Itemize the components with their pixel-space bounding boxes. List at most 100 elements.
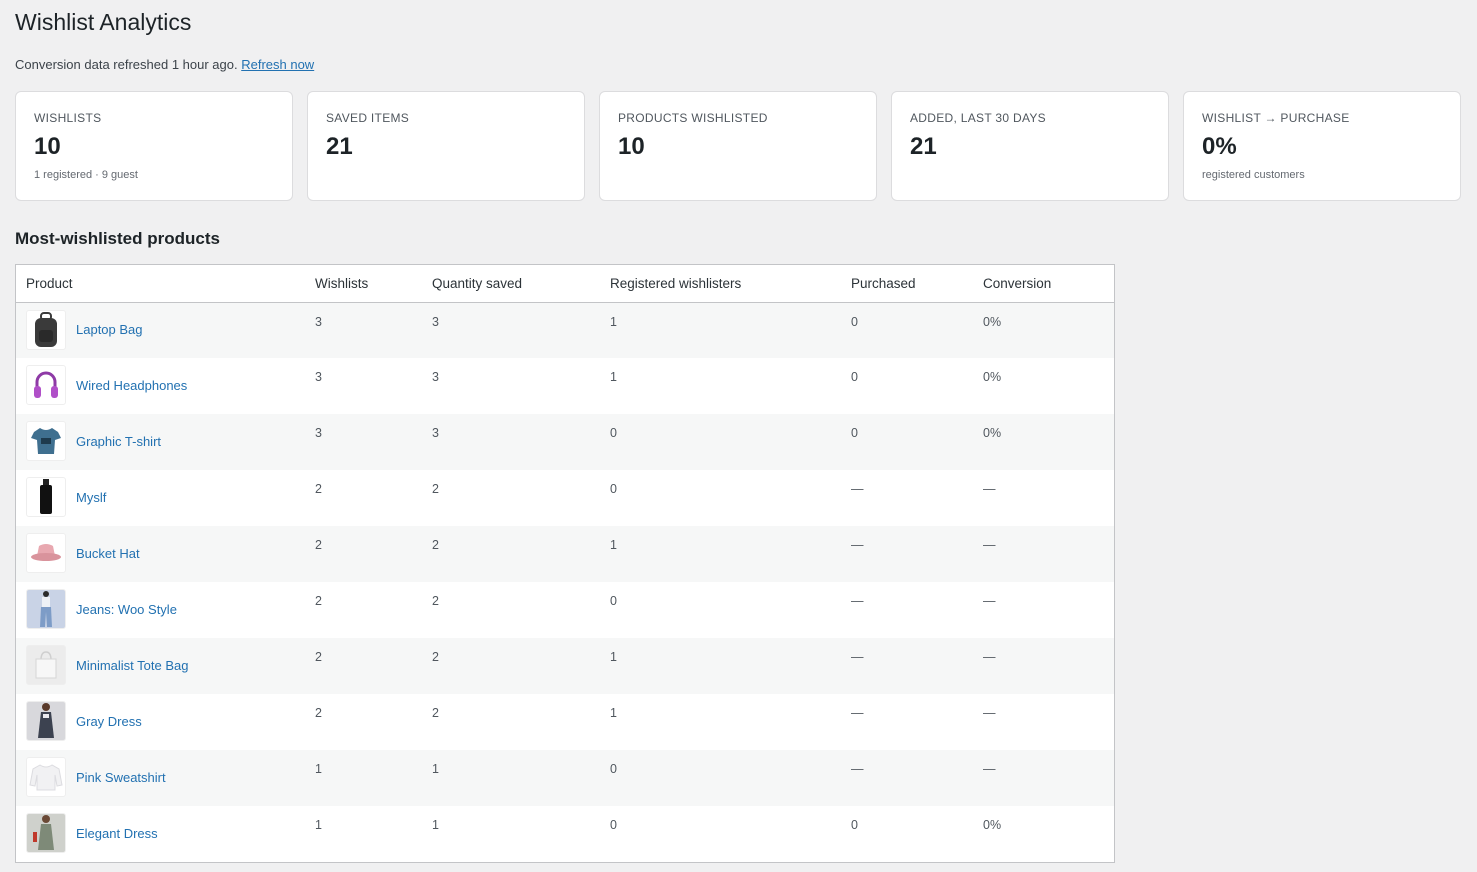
product-link[interactable]: Elegant Dress: [76, 826, 158, 841]
conversion-cell: —: [983, 706, 996, 720]
dress-icon[interactable]: [26, 813, 66, 853]
tshirt-icon[interactable]: [26, 421, 66, 461]
table-row: Laptop Bag 3 3 1 0 0%: [16, 302, 1114, 358]
card-label: Saved items: [326, 111, 410, 125]
product-link[interactable]: Myslf: [76, 490, 106, 505]
quantity-cell: 2: [432, 650, 439, 664]
product-link[interactable]: Graphic T-shirt: [76, 434, 161, 449]
card-value: 21: [326, 133, 353, 160]
card-subtext: registered customers: [1202, 169, 1305, 181]
quantity-cell: 1: [432, 818, 439, 832]
table-row: Elegant Dress 1 1 0 0 0%: [16, 806, 1114, 862]
conversion-cell: —: [983, 538, 996, 552]
wishlists-cell: 2: [315, 706, 322, 720]
card-products-wishlisted: Products wishlisted 10: [599, 91, 877, 201]
registered-cell: 1: [610, 706, 617, 720]
card-saved-items: Saved items 21: [307, 91, 585, 201]
wishlists-cell: 1: [315, 762, 322, 776]
purchased-cell: 0: [851, 314, 858, 329]
card-value: 21: [910, 133, 937, 160]
wishlists-cell: 1: [315, 818, 322, 832]
jeans-icon[interactable]: [26, 589, 66, 629]
backpack-icon[interactable]: [26, 309, 66, 350]
card-value: 0%: [1202, 133, 1237, 160]
registered-cell: 0: [610, 594, 617, 608]
registered-cell: 1: [610, 650, 617, 664]
quantity-cell: 2: [432, 538, 439, 552]
column-header-conversion: Conversion: [973, 265, 1114, 303]
product-link[interactable]: Laptop Bag: [76, 322, 143, 337]
table-row: Pink Sweatshirt 1 1 0 — —: [16, 750, 1114, 806]
table-header-row: Product Wishlists Quantity saved Registe…: [16, 265, 1114, 303]
card-value: 10: [34, 133, 61, 160]
quantity-cell: 1: [432, 762, 439, 776]
conversion-cell: —: [983, 594, 996, 608]
purchased-cell: —: [851, 650, 864, 664]
card-label: Wishlist → Purchase: [1202, 111, 1350, 125]
column-header-registered-wishlisters: Registered wishlisters: [600, 265, 841, 303]
purchased-cell: —: [851, 594, 864, 608]
quantity-cell: 3: [432, 426, 439, 440]
registered-cell: 1: [610, 538, 617, 552]
tote-bag-icon[interactable]: [26, 645, 66, 685]
purchased-cell: —: [851, 762, 864, 776]
quantity-cell: 3: [432, 314, 439, 329]
column-header-product: Product: [16, 265, 305, 303]
quantity-cell: 3: [432, 370, 439, 384]
card-value: 10: [618, 133, 645, 160]
conversion-cell: 0%: [983, 818, 1002, 832]
table-row: Graphic T-shirt 3 3 0 0 0%: [16, 414, 1114, 470]
refresh-now-link[interactable]: Refresh now: [241, 57, 314, 72]
refresh-status: Conversion data refreshed 1 hour ago. Re…: [15, 57, 314, 72]
conversion-cell: —: [983, 650, 996, 664]
product-link[interactable]: Wired Headphones: [76, 378, 187, 393]
table-row: Gray Dress 2 2 1 — —: [16, 694, 1114, 750]
section-title: Most-wishlisted products: [15, 229, 220, 248]
quantity-cell: 2: [432, 706, 439, 720]
registered-cell: 0: [610, 818, 617, 832]
table-row: Minimalist Tote Bag 2 2 1 — —: [16, 638, 1114, 694]
hat-icon[interactable]: [26, 533, 66, 573]
registered-cell: 1: [610, 314, 617, 329]
conversion-cell: 0%: [983, 370, 1002, 384]
product-link[interactable]: Pink Sweatshirt: [76, 770, 166, 785]
wishlists-cell: 3: [315, 314, 322, 329]
dress-icon[interactable]: [26, 701, 66, 741]
purchased-cell: —: [851, 538, 864, 552]
registered-cell: 1: [610, 370, 617, 384]
sweatshirt-icon[interactable]: [26, 757, 66, 797]
registered-cell: 0: [610, 482, 617, 496]
conversion-cell: —: [983, 762, 996, 776]
wishlists-cell: 2: [315, 482, 322, 496]
wishlists-cell: 3: [315, 426, 322, 440]
purchased-cell: 0: [851, 818, 858, 832]
quantity-cell: 2: [432, 482, 439, 496]
registered-cell: 0: [610, 762, 617, 776]
conversion-cell: 0%: [983, 426, 1002, 440]
registered-cell: 0: [610, 426, 617, 440]
conversion-cell: 0%: [983, 314, 1002, 329]
summary-cards: Wishlists 10 1 registered · 9 guest Save…: [15, 91, 1461, 201]
products-table: Product Wishlists Quantity saved Registe…: [15, 264, 1115, 863]
table-row: Myslf 2 2 0 — —: [16, 470, 1114, 526]
conversion-cell: —: [983, 482, 996, 496]
column-header-purchased: Purchased: [841, 265, 973, 303]
product-link[interactable]: Jeans: Woo Style: [76, 602, 177, 617]
wishlists-cell: 2: [315, 650, 322, 664]
purchased-cell: —: [851, 482, 864, 496]
card-wishlists: Wishlists 10 1 registered · 9 guest: [15, 91, 293, 201]
refresh-status-text: Conversion data refreshed 1 hour ago.: [15, 57, 238, 72]
card-label: Added, last 30 days: [910, 111, 1046, 125]
perfume-bottle-icon[interactable]: [26, 477, 66, 517]
table-row: Jeans: Woo Style 2 2 0 — —: [16, 582, 1114, 638]
table-row: Bucket Hat 2 2 1 — —: [16, 526, 1114, 582]
product-link[interactable]: Minimalist Tote Bag: [76, 658, 188, 673]
table-row: Wired Headphones 3 3 1 0 0%: [16, 358, 1114, 414]
card-wishlist-to-purchase: Wishlist → Purchase 0% registered custom…: [1183, 91, 1461, 201]
wishlists-cell: 3: [315, 370, 322, 384]
card-label: Wishlists: [34, 111, 102, 125]
product-link[interactable]: Bucket Hat: [76, 546, 140, 561]
headphones-icon[interactable]: [26, 365, 66, 405]
page-title: Wishlist Analytics: [15, 9, 192, 35]
product-link[interactable]: Gray Dress: [76, 714, 142, 729]
